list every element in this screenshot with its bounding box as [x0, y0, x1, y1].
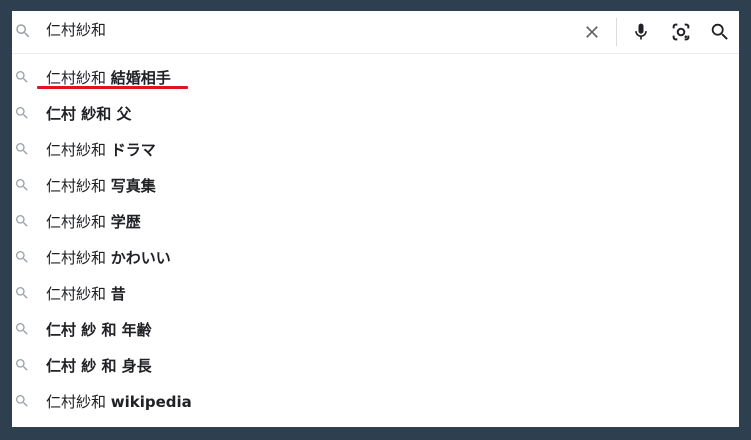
suggestion-item[interactable]: 仁村紗和 写真集	[12, 168, 739, 204]
search-icon	[16, 215, 28, 227]
suggestion-item[interactable]: 仁村紗和 学歴	[12, 204, 739, 240]
suggestion-prefix: 仁村紗和	[46, 393, 111, 411]
suggestion-completion: 写真集	[110, 177, 156, 195]
suggestion-completion: かわいい	[110, 249, 171, 267]
search-icon	[16, 71, 28, 83]
lens-search-button[interactable]	[666, 17, 696, 47]
search-icon	[16, 107, 28, 119]
search-icon	[16, 251, 28, 263]
clear-button[interactable]	[577, 17, 607, 47]
suggestion-item[interactable]: 仁村 紗 和 身長	[12, 348, 739, 384]
suggestion-text: 仁村紗和 写真集	[46, 176, 156, 196]
suggestion-completion: ドラマ	[110, 141, 156, 159]
suggestion-prefix: 仁村紗和	[46, 285, 111, 303]
suggestion-completion: 仁村 紗和 父	[46, 105, 132, 123]
suggestion-text: 仁村紗和 結婚相手	[46, 68, 171, 88]
suggestion-completion: 昔	[110, 285, 126, 303]
suggestion-text: 仁村紗和 昔	[46, 284, 126, 304]
suggestion-completion: 仁村 紗 和 身長	[46, 357, 152, 375]
suggestion-text: 仁村 紗和 父	[46, 104, 131, 124]
suggestion-prefix: 仁村紗和	[46, 213, 111, 231]
microphone-icon	[635, 23, 647, 40]
suggestion-item[interactable]: 仁村 紗和 父	[12, 96, 739, 132]
suggestion-text: 仁村 紗 和 身長	[46, 356, 152, 376]
suggestion-item[interactable]: 仁村 紗 和 年齢	[12, 312, 739, 348]
search-submit-button[interactable]	[705, 17, 735, 47]
search-panel: 仁村紗和 仁村紗和 結婚相手 仁村 紗和 父 仁村紗和 ドラマ 仁村紗和 写真集…	[12, 11, 739, 427]
search-input[interactable]: 仁村紗和	[46, 20, 106, 40]
suggestion-item[interactable]: 仁村紗和 昔	[12, 276, 739, 312]
suggestion-completion: 仁村 紗 和 年齢	[46, 321, 152, 339]
camera-lens-icon	[672, 23, 690, 41]
suggestion-item[interactable]: 仁村紗和 ドラマ	[12, 132, 739, 168]
suggestion-prefix: 仁村紗和	[46, 177, 111, 195]
search-bar: 仁村紗和	[12, 11, 739, 54]
search-icon	[16, 323, 28, 335]
voice-search-button[interactable]	[626, 17, 656, 47]
suggestion-text: 仁村 紗 和 年齢	[46, 320, 152, 340]
suggestion-item[interactable]: 仁村紗和 結婚相手	[12, 60, 739, 96]
suggestion-text: 仁村紗和 ドラマ	[46, 140, 156, 160]
suggestion-completion: 結婚相手	[110, 69, 171, 87]
suggestion-prefix: 仁村紗和	[46, 141, 111, 159]
suggestion-item[interactable]: 仁村紗和 かわいい	[12, 240, 739, 276]
suggestion-completion: wikipedia	[110, 393, 192, 411]
suggestion-prefix: 仁村紗和	[46, 249, 111, 267]
suggestion-text: 仁村紗和 かわいい	[46, 248, 171, 268]
suggestion-list: 仁村紗和 結婚相手 仁村 紗和 父 仁村紗和 ドラマ 仁村紗和 写真集 仁村紗和…	[12, 60, 739, 420]
suggestion-item[interactable]: 仁村紗和 wikipedia	[12, 384, 739, 420]
search-icon	[16, 24, 30, 38]
suggestion-text: 仁村紗和 wikipedia	[46, 392, 192, 412]
suggestion-prefix: 仁村紗和	[46, 69, 111, 87]
toolbar-divider	[616, 18, 617, 46]
search-icon	[16, 287, 28, 299]
search-icon	[711, 23, 728, 40]
search-icon	[16, 395, 28, 407]
suggestion-text: 仁村紗和 学歴	[46, 212, 141, 232]
search-icon	[16, 359, 28, 371]
search-icon	[16, 143, 28, 155]
search-icon	[16, 179, 28, 191]
suggestion-completion: 学歴	[110, 213, 141, 231]
highlight-underline	[37, 86, 188, 89]
close-icon	[586, 26, 598, 38]
